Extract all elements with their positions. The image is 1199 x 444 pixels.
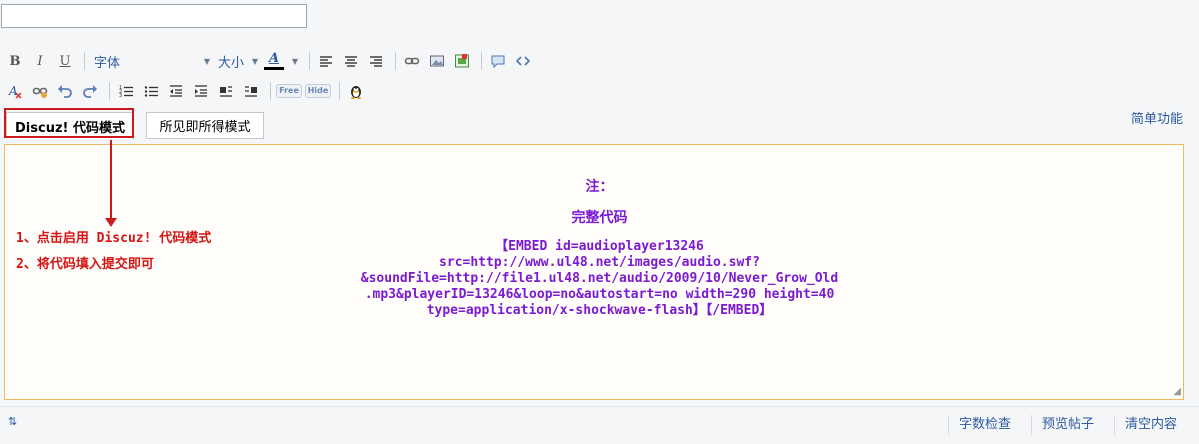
float-left-icon xyxy=(220,86,232,97)
font-select-label: 字体 xyxy=(94,55,121,71)
text-color-dropdown[interactable]: ▼ xyxy=(289,50,301,72)
insert-link-button[interactable] xyxy=(401,50,423,72)
remove-format-icon: A xyxy=(8,84,22,99)
unordered-list-button[interactable] xyxy=(140,80,162,102)
toolbar-row-2: A 123 Free Hide xyxy=(4,78,370,104)
subject-input[interactable] xyxy=(1,4,307,28)
align-right-icon xyxy=(370,56,382,67)
redo-button[interactable] xyxy=(79,80,101,102)
align-right-button[interactable] xyxy=(365,50,387,72)
annotation-arrow-line xyxy=(110,140,112,220)
insert-attachment-image-button[interactable] xyxy=(451,50,473,72)
font-select[interactable]: 字体 ▼ xyxy=(90,50,214,72)
qq-penguin-icon xyxy=(351,86,361,99)
text-color-icon: A xyxy=(268,51,280,66)
unlink-button[interactable] xyxy=(29,80,51,102)
toolbar-separator xyxy=(309,52,310,70)
tab-wysiwyg-mode[interactable]: 所见即所得模式 xyxy=(146,112,264,139)
float-right-button[interactable] xyxy=(240,80,262,102)
insert-image-button[interactable] xyxy=(426,50,448,72)
quote-bubble-icon xyxy=(491,55,505,69)
toolbar-separator xyxy=(84,52,85,70)
svg-text:3: 3 xyxy=(119,93,122,99)
free-icon: Free xyxy=(276,84,302,98)
hide-icon: Hide xyxy=(304,84,332,98)
editor-toolbar: B I U 字体 ▼ 大小 ▼ A ▼ A 1 2 3 Free Hide xyxy=(0,42,1199,108)
note-title: 注： xyxy=(585,179,614,195)
chevron-down-icon: ▼ xyxy=(251,56,258,66)
tab-code-mode[interactable]: Discuz! 代码模式 xyxy=(6,112,134,139)
simple-features-link[interactable]: 简单功能 xyxy=(1131,108,1183,127)
bold-button[interactable]: B xyxy=(4,50,26,72)
redo-icon xyxy=(83,85,97,98)
free-tag-button[interactable]: Free xyxy=(276,80,302,102)
code-line: &soundFile=http://file1.ul48.net/audio/2… xyxy=(360,271,839,286)
insert-quote-button[interactable] xyxy=(487,50,509,72)
outdent-icon xyxy=(170,85,182,97)
outdent-button[interactable] xyxy=(165,80,187,102)
code-icon xyxy=(515,56,531,66)
indent-icon xyxy=(195,85,207,97)
color-swatch xyxy=(264,67,284,70)
float-left-button[interactable] xyxy=(215,80,237,102)
unordered-list-icon xyxy=(144,86,158,97)
remove-format-button[interactable]: A xyxy=(4,80,26,102)
ordered-list-button[interactable]: 123 xyxy=(115,80,137,102)
toolbar-separator xyxy=(270,82,271,100)
ordered-list-icon: 123 xyxy=(119,85,133,99)
link-icon xyxy=(404,57,420,65)
italic-button[interactable]: I xyxy=(29,50,51,72)
annotation-arrow-head xyxy=(105,218,117,227)
clear-content-button[interactable]: 清空内容 xyxy=(1114,415,1177,435)
tab-wysiwyg-mode-label: 所见即所得模式 xyxy=(159,120,251,135)
code-line: .mp3&playerID=13246&loop=no&autostart=no… xyxy=(364,287,835,302)
svg-text:A: A xyxy=(8,84,18,98)
note-subtitle: 完整代码 xyxy=(571,210,628,226)
text-color-button[interactable]: A xyxy=(262,50,286,72)
tab-code-mode-label: Discuz! 代码模式 xyxy=(15,120,125,136)
align-center-icon xyxy=(345,56,357,67)
hide-tag-button[interactable]: Hide xyxy=(304,80,332,102)
toolbar-separator xyxy=(481,52,482,70)
code-line: type=application/x-shockwave-flash】【/EMB… xyxy=(426,303,773,318)
unlink-icon xyxy=(32,87,48,98)
toolbar-separator xyxy=(339,82,340,100)
align-left-icon xyxy=(320,56,332,67)
chevron-down-icon: ▼ xyxy=(291,56,299,66)
undo-button[interactable] xyxy=(54,80,76,102)
toolbar-separator xyxy=(109,82,110,100)
toolbar-row-1: B I U 字体 ▼ 大小 ▼ A ▼ xyxy=(4,48,537,74)
insert-code-button[interactable] xyxy=(512,50,534,72)
picture-upload-icon xyxy=(455,54,469,68)
image-icon xyxy=(430,55,444,67)
instruction-step-2: 2、将代码填入提交即可 xyxy=(16,257,154,272)
size-select-label: 大小 xyxy=(218,55,245,71)
undo-icon xyxy=(58,85,72,98)
resize-handle-icon[interactable]: ◢ xyxy=(1173,386,1181,397)
expand-arrows-icon[interactable]: ⇅ xyxy=(8,415,17,428)
size-select[interactable]: 大小 ▼ xyxy=(214,50,262,72)
underline-button[interactable]: U xyxy=(54,50,76,72)
toolbar-separator xyxy=(395,52,396,70)
word-count-check-button[interactable]: 字数检查 xyxy=(948,415,1011,435)
chevron-down-icon: ▼ xyxy=(203,56,210,66)
align-center-button[interactable] xyxy=(340,50,362,72)
instruction-step-1: 1、点击启用 Discuz! 代码模式 xyxy=(16,231,212,246)
float-right-icon xyxy=(245,86,257,97)
align-left-button[interactable] xyxy=(315,50,337,72)
qq-button[interactable] xyxy=(345,80,367,102)
code-line: src=http://www.ul48.net/images/audio.swf… xyxy=(439,255,760,270)
indent-button[interactable] xyxy=(190,80,212,102)
editor-statusbar: ⇅ 字数检查 预览帖子 清空内容 xyxy=(0,406,1199,443)
preview-post-button[interactable]: 预览帖子 xyxy=(1031,415,1094,435)
